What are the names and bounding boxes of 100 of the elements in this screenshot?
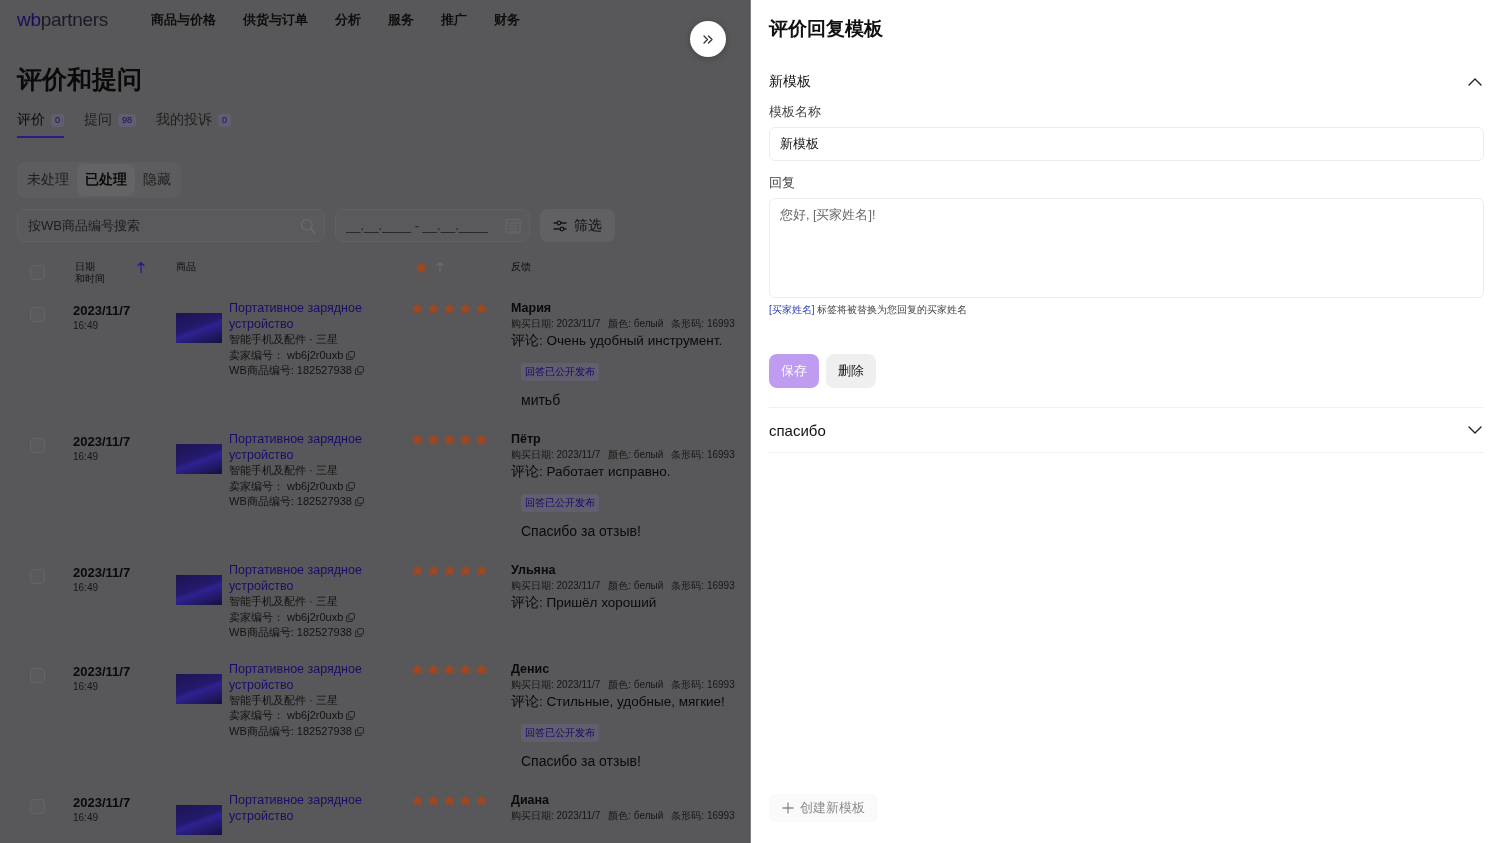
sliders-icon <box>553 219 567 232</box>
field-label: 模板名称 <box>769 104 821 120</box>
order-detail: 颜色: белый <box>608 448 664 462</box>
panel-title: 评价回复模板 <box>769 17 884 41</box>
copy-icon[interactable] <box>346 711 356 721</box>
buyer-name: Мария <box>511 300 552 316</box>
review-date: 2023/11/7 <box>73 565 132 581</box>
delete-button[interactable]: 删除 <box>826 354 876 388</box>
star-icon <box>443 564 456 577</box>
copy-icon[interactable] <box>346 481 356 491</box>
order-detail: 颜色: белый <box>608 317 664 331</box>
star-icon <box>443 302 456 315</box>
reply-text: митьб <box>521 391 561 410</box>
star-icon <box>459 662 472 676</box>
order-detail: 条形码: 16993 <box>671 677 735 692</box>
star-icon <box>427 564 440 577</box>
star-icon <box>427 433 440 446</box>
product-link[interactable]: Портативное зарядное устройство <box>229 562 379 594</box>
product-photo-placeholder <box>176 804 222 835</box>
buyer-name: Пётр <box>511 431 541 447</box>
star-icon <box>411 793 424 807</box>
column-header: 日期 <box>75 261 96 273</box>
double-chevron-icon <box>703 34 713 44</box>
order-detail: 条形码: 16993 <box>671 579 735 593</box>
review-time: 16:49 <box>73 450 100 463</box>
nav-link[interactable]: 财务 <box>494 11 520 29</box>
star-icon <box>411 302 424 315</box>
nav-link[interactable]: 分析 <box>335 11 361 29</box>
copy-icon[interactable] <box>346 350 356 360</box>
product-link[interactable]: Портативное зарядное устройство <box>229 431 379 463</box>
product-photo-placeholder <box>176 444 222 474</box>
logo[interactable]: wbpartners <box>17 9 151 31</box>
filter-button[interactable]: 筛选 <box>540 209 615 242</box>
search-field[interactable]: 按WB商品编号搜索 <box>17 209 325 242</box>
product-link[interactable]: Портативное зарядное устройство <box>229 791 379 824</box>
product-photo-placeholder <box>176 313 222 343</box>
column-header: 反馈 <box>511 261 531 273</box>
review-date: 2023/11/7 <box>73 434 132 450</box>
count-badge: 0 <box>51 113 64 127</box>
copy-icon[interactable] <box>354 497 364 507</box>
segment-tab[interactable]: 隐藏 <box>135 164 179 196</box>
review-time: 16:49 <box>73 810 100 824</box>
star-icon <box>411 662 424 676</box>
status-badge: 回答已公开发布 <box>521 723 599 742</box>
template-accordion-header[interactable]: спасибо <box>769 408 1484 452</box>
sort-arrow-icon[interactable] <box>137 261 145 273</box>
nav-link[interactable]: 推广 <box>441 11 467 29</box>
page-title: 评价和提问 <box>17 64 143 94</box>
order-detail: 颜色: белый <box>608 808 664 823</box>
buyer-name: Ульяна <box>511 562 556 578</box>
count-badge: 0 <box>218 113 232 127</box>
review-date: 2023/11/7 <box>73 794 132 811</box>
star-icon <box>459 564 472 577</box>
copy-icon[interactable] <box>354 726 364 736</box>
star-icon <box>475 302 488 315</box>
tab[interactable]: 我的投诉 0 <box>156 106 232 138</box>
chevron-down-icon <box>1468 426 1482 434</box>
nav-link[interactable]: 供货与订单 <box>243 11 308 29</box>
tab[interactable]: 评价 0 <box>17 106 64 138</box>
segment-tab[interactable]: 未处理 <box>19 164 77 196</box>
review-date: 2023/11/7 <box>73 663 132 680</box>
star-icon <box>415 261 428 274</box>
star-icon <box>443 793 456 807</box>
product-photo-placeholder <box>176 673 222 704</box>
order-detail: 颜色: белый <box>608 579 664 593</box>
star-icon <box>427 793 440 807</box>
review-comment: 评论: Очень удобный инструмент. <box>511 332 723 350</box>
nav-link[interactable]: 服务 <box>388 11 414 29</box>
reply-textarea[interactable]: 您好, [买家姓名]! <box>769 198 1484 298</box>
star-icon <box>459 302 472 315</box>
star-icon <box>443 662 456 676</box>
segment-tab[interactable]: 已处理 <box>77 164 135 196</box>
star-icon <box>443 433 456 446</box>
product-link[interactable]: Портативное зарядное устройство <box>229 300 379 332</box>
review-time: 16:49 <box>73 319 100 332</box>
order-detail: 条形码: 16993 <box>671 808 735 823</box>
reply-text: Спасибо за отзыв! <box>521 751 641 771</box>
star-icon <box>475 564 488 577</box>
plus-icon <box>782 802 794 814</box>
template-name-input[interactable]: 新模板 <box>769 127 1484 161</box>
copy-icon[interactable] <box>354 366 364 376</box>
date-range-field[interactable]: __.__.____ - __.__.____ <box>335 209 530 242</box>
hint-text: [买家姓名] 标签将被替换为您回复的买家姓名 <box>769 303 968 316</box>
copy-icon[interactable] <box>346 612 356 622</box>
column-header: 和时间 <box>75 273 105 285</box>
star-icon <box>411 433 424 446</box>
star-icon <box>411 564 424 577</box>
nav-link[interactable]: 商品与价格 <box>151 11 216 29</box>
copy-icon[interactable] <box>354 628 364 638</box>
chevron-up-icon <box>1468 78 1482 86</box>
status-badge: 回答已公开发布 <box>521 494 599 512</box>
tab[interactable]: 提问 98 <box>84 106 137 138</box>
review-time: 16:49 <box>73 679 100 693</box>
review-comment: 评论: Работает исправно. <box>511 463 671 481</box>
product-link[interactable]: Портативное зарядное устройство <box>229 660 379 693</box>
review-date: 2023/11/7 <box>73 303 132 319</box>
order-detail: 条形码: 16993 <box>671 317 735 331</box>
template-accordion-header[interactable]: 新模板 <box>769 69 1484 95</box>
review-comment: 评论: Пришёл хороший <box>511 594 657 612</box>
order-detail: 颜色: белый <box>608 677 664 692</box>
